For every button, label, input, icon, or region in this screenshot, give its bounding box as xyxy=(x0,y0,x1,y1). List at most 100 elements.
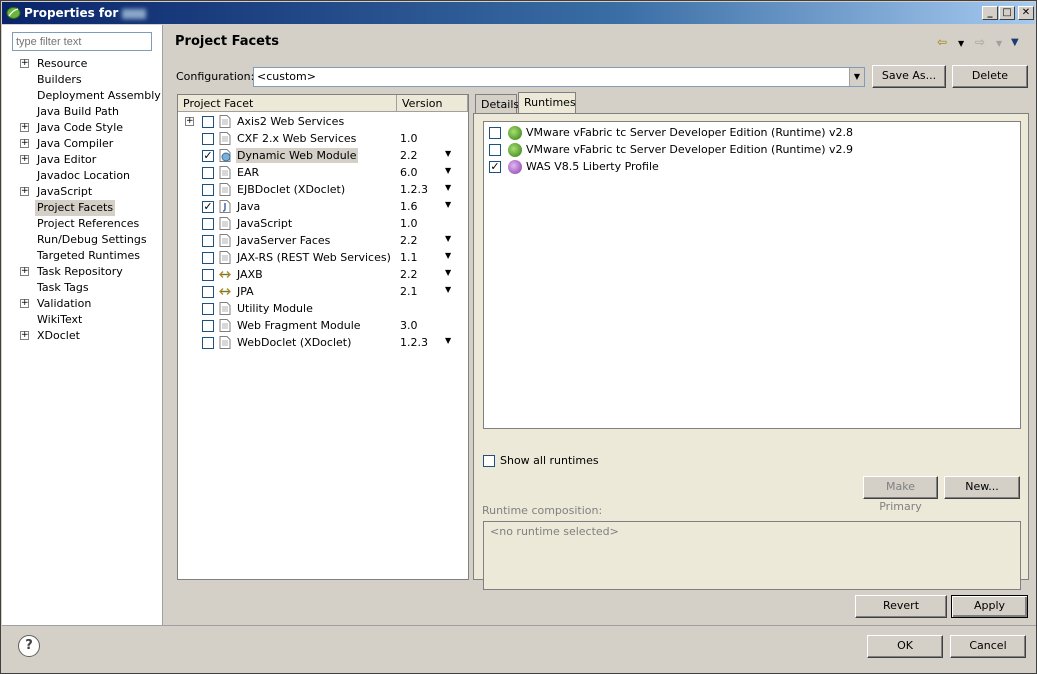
chevron-down-icon[interactable]: ▼ xyxy=(849,68,864,86)
facet-checkbox[interactable] xyxy=(202,184,214,196)
facet-row-utility-module[interactable]: Utility Module xyxy=(178,300,468,317)
configuration-select[interactable]: <custom> ▼ xyxy=(253,67,865,87)
nav-item-run-debug-settings[interactable]: Run/Debug Settings xyxy=(2,232,162,248)
facet-row-ejbdoclet-xdoclet[interactable]: EJBDoclet (XDoclet) 1.2.3 ▼ xyxy=(178,181,468,198)
nav-item-java-build-path[interactable]: Java Build Path xyxy=(2,104,162,120)
expand-icon[interactable]: + xyxy=(185,117,194,126)
back-menu-chevron-icon[interactable]: ▼ xyxy=(958,39,964,48)
expand-icon[interactable]: + xyxy=(20,187,29,196)
facet-checkbox[interactable] xyxy=(202,320,214,332)
runtime-checkbox[interactable] xyxy=(489,144,501,156)
column-header-version[interactable]: Version xyxy=(397,95,468,112)
version-dropdown-icon[interactable]: ▼ xyxy=(445,166,451,175)
view-menu-icon[interactable]: ▼ xyxy=(1011,37,1019,48)
facet-row-javaserver-faces[interactable]: JavaServer Faces 2.2 ▼ xyxy=(178,232,468,249)
nav-item-task-tags[interactable]: Task Tags xyxy=(2,280,162,296)
new-runtime-button[interactable]: New... xyxy=(944,476,1020,499)
ok-button[interactable]: OK xyxy=(867,635,943,658)
facet-version[interactable]: 1.2.3 xyxy=(400,182,428,197)
facet-checkbox[interactable] xyxy=(202,235,214,247)
facet-version[interactable]: 1.2.3 xyxy=(400,335,428,350)
facet-row-javascript[interactable]: JavaScript 1.0 xyxy=(178,215,468,232)
facet-checkbox[interactable]: ✓ xyxy=(202,201,214,213)
runtime-row-2[interactable]: VMware vFabric tc Server Developer Editi… xyxy=(484,141,1014,158)
expand-icon[interactable]: + xyxy=(20,139,29,148)
version-dropdown-icon[interactable]: ▼ xyxy=(445,183,451,192)
facet-version[interactable]: 2.1 xyxy=(400,284,418,299)
expand-icon[interactable]: + xyxy=(20,299,29,308)
minimize-button[interactable]: _ xyxy=(982,6,998,20)
revert-button[interactable]: Revert xyxy=(855,595,947,618)
runtime-checkbox[interactable]: ✓ xyxy=(489,161,501,173)
version-dropdown-icon[interactable]: ▼ xyxy=(445,200,451,209)
column-header-facet[interactable]: Project Facet xyxy=(178,95,397,112)
expand-icon[interactable]: + xyxy=(20,123,29,132)
facet-version[interactable]: 2.2 xyxy=(400,267,418,282)
facet-checkbox[interactable] xyxy=(202,116,214,128)
expand-icon[interactable]: + xyxy=(20,155,29,164)
facet-row-java[interactable]: ✓ Java 1.6 ▼ xyxy=(178,198,468,215)
facet-checkbox[interactable] xyxy=(202,286,214,298)
nav-item-project-references[interactable]: Project References xyxy=(2,216,162,232)
facet-version[interactable]: 1.6 xyxy=(400,199,418,214)
version-dropdown-icon[interactable]: ▼ xyxy=(445,268,451,277)
tab-runtimes[interactable]: Runtimes xyxy=(518,92,576,114)
nav-item-validation[interactable]: + Validation xyxy=(2,296,162,312)
maximize-button[interactable]: □ xyxy=(999,6,1015,20)
facet-row-jaxb[interactable]: JAXB 2.2 ▼ xyxy=(178,266,468,283)
facet-row-ear[interactable]: EAR 6.0 ▼ xyxy=(178,164,468,181)
nav-item-java-code-style[interactable]: + Java Code Style xyxy=(2,120,162,136)
nav-item-deployment-assembly[interactable]: Deployment Assembly xyxy=(2,88,162,104)
facet-version[interactable]: 2.2 xyxy=(400,148,418,163)
nav-item-resource[interactable]: + Resource xyxy=(2,56,162,72)
facet-checkbox[interactable] xyxy=(202,218,214,230)
facet-checkbox[interactable] xyxy=(202,167,214,179)
nav-item-builders[interactable]: Builders xyxy=(2,72,162,88)
facet-row-cxf-2-x-web-services[interactable]: CXF 2.x Web Services 1.0 xyxy=(178,130,468,147)
expand-icon[interactable]: + xyxy=(20,331,29,340)
save-as-button[interactable]: Save As... xyxy=(872,65,946,88)
version-dropdown-icon[interactable]: ▼ xyxy=(445,149,451,158)
nav-item-java-compiler[interactable]: + Java Compiler xyxy=(2,136,162,152)
delete-button[interactable]: Delete xyxy=(952,65,1028,88)
facet-row-web-fragment-module[interactable]: Web Fragment Module 3.0 xyxy=(178,317,468,334)
make-primary-button[interactable]: Make Primary xyxy=(863,476,938,513)
nav-item-wikitext[interactable]: WikiText xyxy=(2,312,162,328)
facet-row-webdoclet-xdoclet[interactable]: WebDoclet (XDoclet) 1.2.3 ▼ xyxy=(178,334,468,351)
version-dropdown-icon[interactable]: ▼ xyxy=(445,336,451,345)
cancel-button[interactable]: Cancel xyxy=(950,635,1026,658)
expand-icon[interactable]: + xyxy=(20,267,29,276)
facet-version[interactable]: 1.1 xyxy=(400,250,418,265)
version-dropdown-icon[interactable]: ▼ xyxy=(445,285,451,294)
show-all-runtimes-checkbox[interactable] xyxy=(483,455,495,467)
facet-row-axis2-web-services[interactable]: + Axis2 Web Services xyxy=(178,113,468,130)
nav-item-javascript[interactable]: + JavaScript xyxy=(2,184,162,200)
facet-version[interactable]: 2.2 xyxy=(400,233,418,248)
title-bar[interactable]: Properties for _ □ ✕ xyxy=(2,2,1035,24)
nav-item-project-facets[interactable]: Project Facets xyxy=(2,200,162,216)
runtime-checkbox[interactable] xyxy=(489,127,501,139)
tab-details[interactable]: Details xyxy=(475,94,519,114)
help-icon[interactable]: ? xyxy=(18,635,40,657)
runtime-row-3[interactable]: ✓ WAS V8.5 Liberty Profile xyxy=(484,158,1014,175)
version-dropdown-icon[interactable]: ▼ xyxy=(445,234,451,243)
close-button[interactable]: ✕ xyxy=(1018,6,1034,20)
nav-item-xdoclet[interactable]: + XDoclet xyxy=(2,328,162,344)
facet-checkbox[interactable] xyxy=(202,252,214,264)
facet-row-dynamic-web-module[interactable]: ✓ Dynamic Web Module 2.2 ▼ xyxy=(178,147,468,164)
runtime-row-1[interactable]: VMware vFabric tc Server Developer Editi… xyxy=(484,124,1014,141)
filter-input[interactable] xyxy=(12,32,152,51)
facet-checkbox[interactable]: ✓ xyxy=(202,150,214,162)
nav-item-task-repository[interactable]: + Task Repository xyxy=(2,264,162,280)
facet-row-jpa[interactable]: JPA 2.1 ▼ xyxy=(178,283,468,300)
nav-item-java-editor[interactable]: + Java Editor xyxy=(2,152,162,168)
apply-button[interactable]: Apply xyxy=(951,595,1028,618)
version-dropdown-icon[interactable]: ▼ xyxy=(445,251,451,260)
facet-checkbox[interactable] xyxy=(202,337,214,349)
nav-item-targeted-runtimes[interactable]: Targeted Runtimes xyxy=(2,248,162,264)
facet-checkbox[interactable] xyxy=(202,303,214,315)
facet-checkbox[interactable] xyxy=(202,133,214,145)
facet-version[interactable]: 6.0 xyxy=(400,165,418,180)
nav-item-javadoc-location[interactable]: Javadoc Location xyxy=(2,168,162,184)
facet-checkbox[interactable] xyxy=(202,269,214,281)
